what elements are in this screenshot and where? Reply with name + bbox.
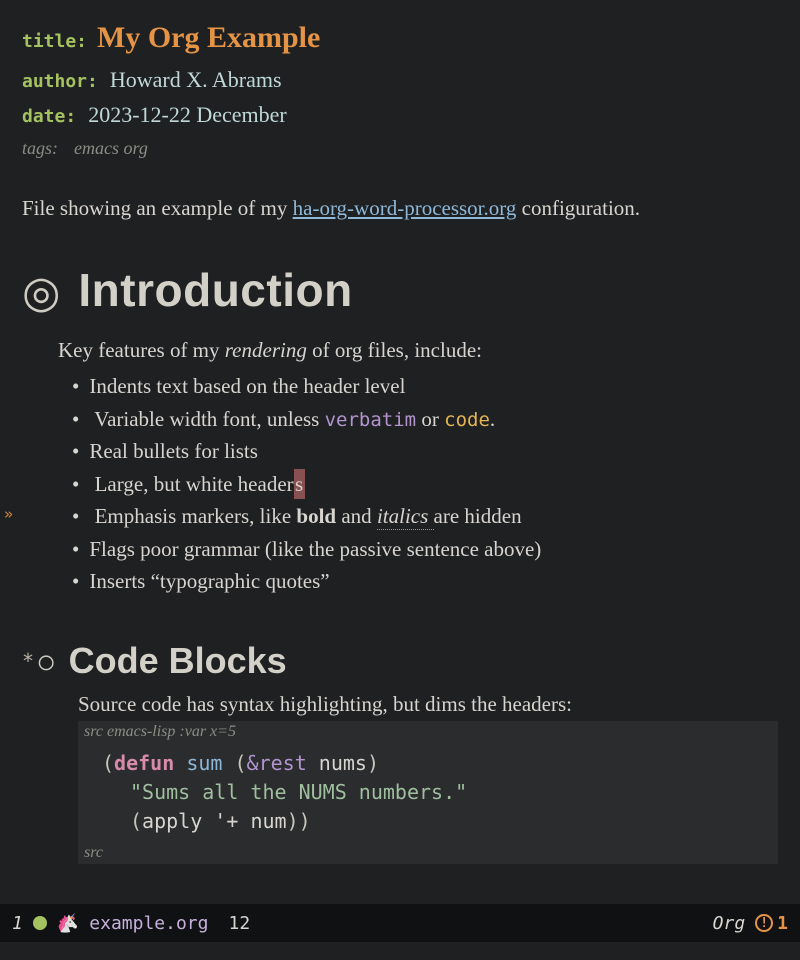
fringe-indicator-icon: » [4,505,13,523]
tags-keyword: tags: [22,138,58,158]
title-value: My Org Example [97,21,320,54]
list-item: Real bullets for lists [72,436,778,466]
code-line: "Sums all the NUMS numbers." [102,778,768,807]
date-keyword: date: [22,106,76,127]
unicorn-icon: 🦄 [57,913,79,934]
config-link[interactable]: ha-org-word-processor.org [293,196,517,220]
feature-list: Indents text based on the header level V… [72,371,778,596]
code-text: code [444,409,490,431]
title-keyword: title: [22,31,87,52]
src-block-header: src emacs-lisp :var x=5 [78,721,778,743]
list-item: Inserts “typographic quotes” [72,566,778,596]
heading-bullet-icon: ○ [36,644,57,682]
intro-text-pre: File showing an example of my [22,196,293,220]
heading-code-blocks[interactable]: * ○ Code Blocks [22,640,778,682]
list-item: Variable width font, unless verbatim or … [72,404,778,435]
heading-introduction-text: Introduction [78,263,352,317]
heading-introduction[interactable]: ◎ Introduction [22,263,778,317]
meta-tags-line: tags: emacs org [22,136,778,161]
modified-indicator-icon [33,916,47,930]
flycheck-indicator[interactable]: ! 1 [755,913,788,934]
buffer-name[interactable]: example.org [89,913,208,934]
intro-text-post: configuration. [516,196,640,220]
source-code-block[interactable]: (defun sum (&rest nums) "Sums all the NU… [78,743,778,842]
intro-lead: Key features of my rendering of org file… [58,335,778,365]
modeline[interactable]: 1 🦄 example.org 12 Org ! 1 [0,904,800,942]
org-star-marker: * [22,649,34,673]
minibuffer-area[interactable] [0,942,800,960]
tags-value: emacs org [74,138,148,158]
author-keyword: author: [22,71,98,92]
major-mode[interactable]: Org [713,913,746,934]
meta-author-line: author: Howard X. Abrams [22,65,778,95]
src-block-footer: src [78,842,778,864]
list-item: Indents text based on the header level [72,371,778,401]
code-section: Source code has syntax highlighting, but… [78,692,778,864]
code-line: (defun sum (&rest nums) [102,749,768,778]
meta-date-line: date: 2023-12-22 December [22,100,778,130]
bold-text: bold [296,504,336,528]
list-item: Flags poor grammar (like the passive sen… [72,534,778,564]
list-item: Large, but white headers [72,469,778,499]
italic-text: italics [377,504,434,530]
list-item: Emphasis markers, like bold and italics … [72,501,778,531]
meta-title-line: title: My Org Example [22,18,778,59]
date-value: 2023-12-22 December [88,102,287,127]
heading-code-blocks-text: Code Blocks [69,640,287,682]
warning-count: 1 [777,913,788,934]
modeline-left: 1 🦄 example.org 12 [12,913,250,934]
window-number: 1 [12,913,23,934]
modeline-right: Org ! 1 [713,913,788,934]
intro-paragraph: File showing an example of my ha-org-wor… [22,194,778,222]
code-description: Source code has syntax highlighting, but… [78,692,778,717]
warning-icon: ! [755,914,773,932]
buffer-content[interactable]: title: My Org Example author: Howard X. … [0,0,800,864]
intro-section-body: Key features of my rendering of org file… [58,335,778,597]
intro-lead-em: rendering [225,338,307,362]
verbatim-text: verbatim [325,409,417,431]
author-value: Howard X. Abrams [110,67,282,92]
heading-bullet-icon: ◎ [22,271,60,315]
code-line: (apply '+ num)) [102,807,768,836]
editor-pane[interactable]: title: My Org Example author: Howard X. … [0,0,800,960]
line-number: 12 [228,913,250,934]
text-cursor[interactable]: s [294,469,305,499]
